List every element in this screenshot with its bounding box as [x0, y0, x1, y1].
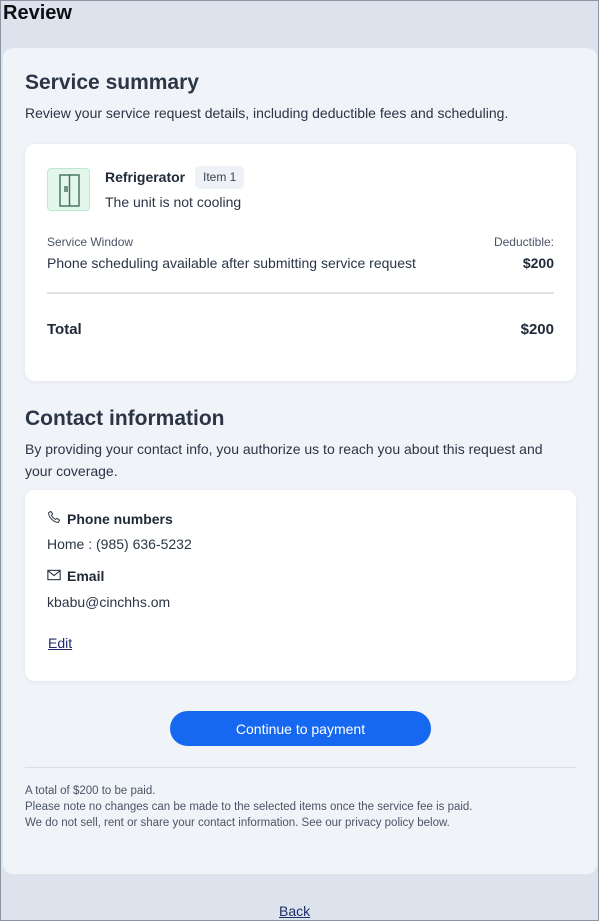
- footer-divider: [25, 767, 576, 768]
- envelope-icon: [47, 568, 61, 584]
- phone-icon: [47, 510, 61, 527]
- contact-information-description: By providing your contact info, you auth…: [25, 441, 543, 479]
- refrigerator-icon: [47, 168, 90, 211]
- deductible-amount: $200: [522, 255, 554, 271]
- email-label: Email: [67, 568, 105, 584]
- note-total: A total of $200 to be paid.: [25, 785, 156, 797]
- service-summary-card: Refrigerator Item 1 The unit is not cool…: [25, 144, 576, 381]
- note-privacy: We do not sell, rent or share your conta…: [25, 817, 450, 829]
- phone-numbers-heading: Phone numbers: [47, 510, 173, 527]
- edit-contact-link[interactable]: Edit: [48, 635, 72, 651]
- service-window-label: Service Window: [47, 235, 134, 249]
- email-value: kbabu@cinchhs.om: [47, 594, 171, 610]
- page-header: Review: [1, 1, 598, 31]
- item-name: Refrigerator: [105, 169, 186, 185]
- service-window-value: Phone scheduling available after submitt…: [47, 255, 416, 271]
- summary-divider: [47, 292, 554, 294]
- service-summary-description: Review your service request details, inc…: [25, 105, 509, 121]
- contact-information-title: Contact information: [25, 407, 225, 430]
- total-label: Total: [47, 321, 82, 338]
- item-badge: Item 1: [195, 166, 245, 189]
- email-heading: Email: [47, 568, 104, 584]
- item-issue: The unit is not cooling: [105, 194, 242, 210]
- deductible-label: Deductible:: [493, 235, 554, 249]
- back-link[interactable]: Back: [279, 903, 310, 919]
- phone-numbers-label: Phone numbers: [67, 510, 173, 527]
- contact-card: Phone numbers Home : (985) 636-5232 Emai…: [25, 490, 576, 681]
- phone-value: Home : (985) 636-5232: [47, 536, 192, 552]
- review-panel: Service summary Review your service requ…: [3, 48, 597, 874]
- fine-print: A total of $200 to be paid. Please note …: [25, 783, 575, 831]
- page-title: Review: [3, 2, 72, 24]
- total-amount: $200: [520, 321, 554, 338]
- continue-to-payment-button[interactable]: Continue to payment: [170, 711, 431, 746]
- note-no-changes: Please note no changes can be made to th…: [25, 801, 473, 813]
- service-summary-title: Service summary: [25, 71, 199, 94]
